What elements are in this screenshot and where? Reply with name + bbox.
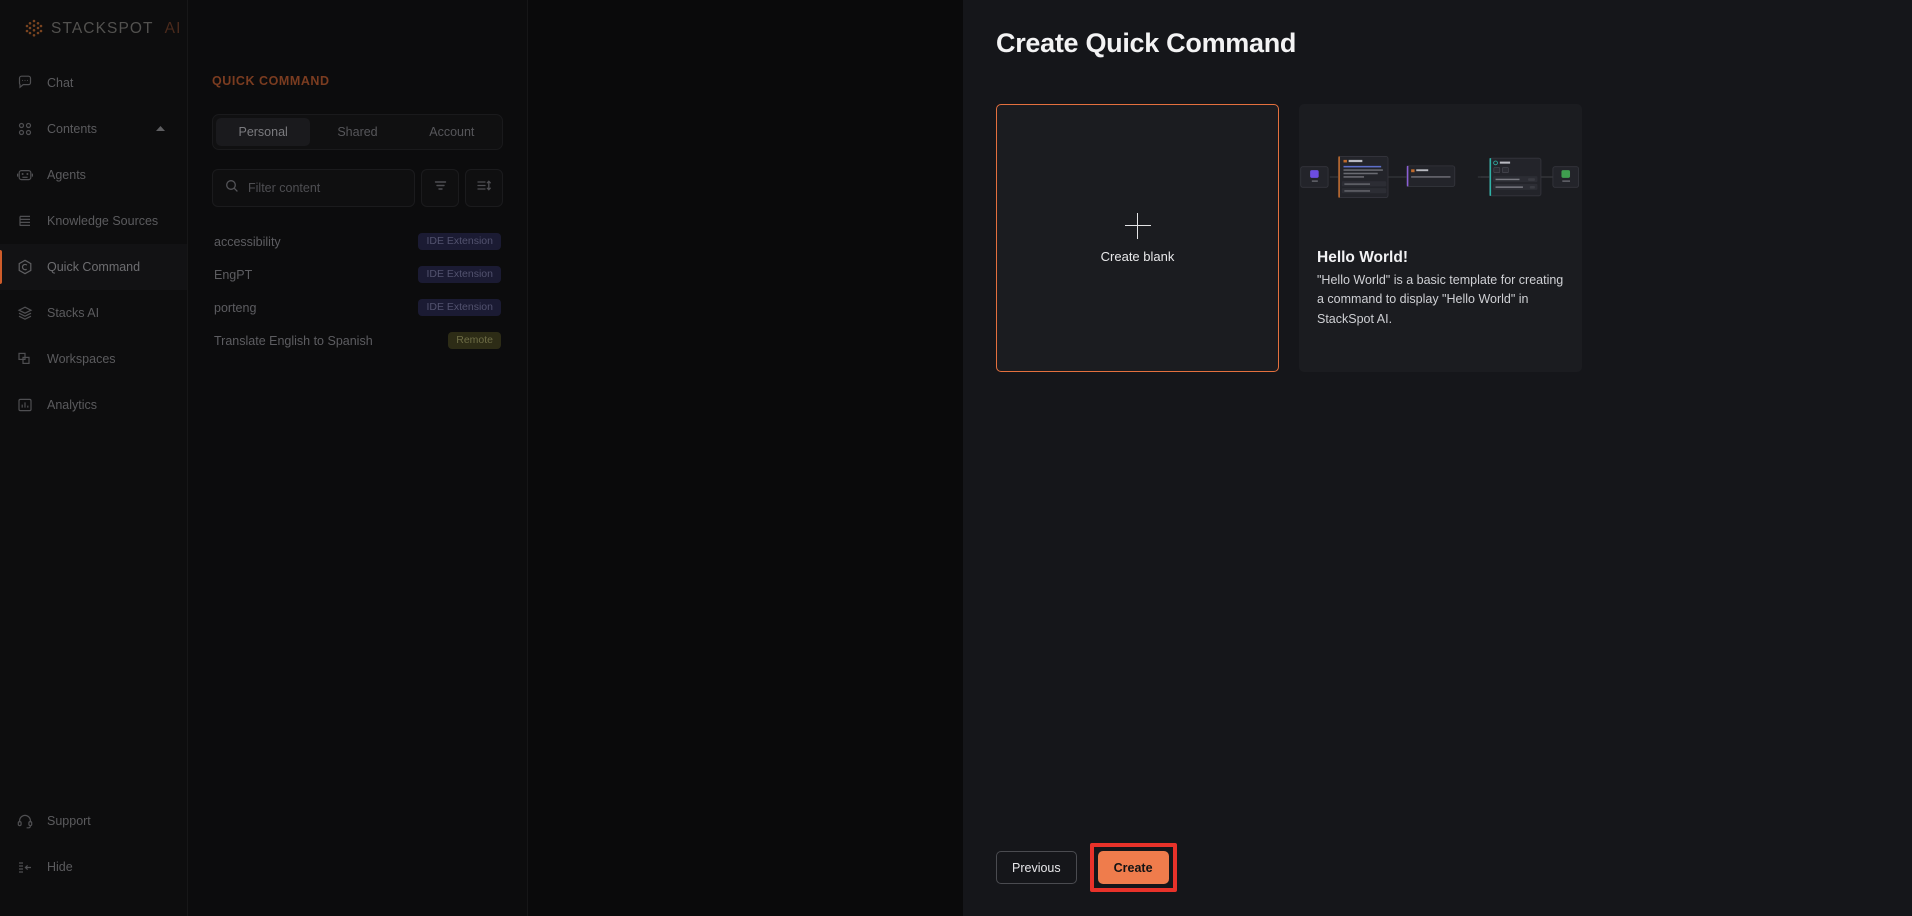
stackspot-logo-icon (24, 18, 44, 40)
chevron-up-icon[interactable] (156, 125, 165, 134)
sidebar-item-label: Analytics (47, 398, 98, 412)
list-item[interactable]: Translate English to Spanish Remote (212, 324, 503, 357)
sidebar-item-stacks-ai[interactable]: Stacks AI (0, 290, 187, 336)
list-item[interactable]: EngPT IDE Extension (212, 258, 503, 291)
page-title: QUICK COMMAND (212, 74, 330, 88)
template-title: Hello World! (1317, 249, 1408, 266)
left-sidebar: STACKSPOT AI Chat Contents Agents Knowle… (0, 0, 203, 916)
search-icon (225, 179, 239, 198)
status-badge: IDE Extension (418, 298, 501, 317)
modal-title: Create Quick Command (996, 28, 1297, 58)
command-name: EngPT (214, 267, 253, 282)
template-description: "Hello World" is a basic template for cr… (1317, 273, 1564, 326)
hello-world-template-card[interactable]: Hello World! "Hello World" is a basic te… (1299, 104, 1582, 372)
list-item[interactable]: porteng IDE Extension (212, 291, 503, 324)
sidebar-nav: Chat Contents Agents Knowledge Sources Q… (0, 60, 187, 428)
command-name: accessibility (214, 234, 281, 249)
workspaces-icon (16, 350, 34, 368)
sidebar-item-chat[interactable]: Chat (0, 60, 187, 106)
sidebar-item-label: Contents (47, 122, 98, 136)
create-button-highlight: Create (1089, 843, 1177, 892)
sidebar-item-label: Workspaces (47, 352, 116, 366)
sidebar-item-knowledge-sources[interactable]: Knowledge Sources (0, 198, 187, 244)
quick-command-list-panel: QUICK COMMAND Personal Shared Account Fi… (188, 0, 528, 916)
chart-icon (16, 396, 34, 414)
command-name: porteng (214, 300, 257, 315)
tab-shared[interactable]: Shared (310, 118, 404, 146)
sidebar-bottom-nav: Support Hide (0, 798, 187, 890)
sidebar-item-analytics[interactable]: Analytics (0, 382, 187, 428)
sort-icon (476, 178, 492, 198)
list-item[interactable]: accessibility IDE Extension (212, 225, 503, 258)
template-card-grid: Create blank Hello World! "Hello World" … (963, 59, 1912, 372)
sidebar-item-contents[interactable]: Contents (0, 106, 187, 152)
tab-bar: Personal Shared Account (212, 114, 503, 150)
robot-icon (16, 166, 34, 184)
sidebar-item-label: Hide (47, 860, 73, 874)
sidebar-item-quick-command[interactable]: Quick Command (0, 244, 187, 290)
sidebar-item-label: Support (47, 814, 91, 828)
app-root: STACKSPOT AI Chat Contents Agents Knowle… (0, 0, 1912, 916)
create-button[interactable]: Create (1097, 851, 1169, 884)
books-icon (16, 212, 34, 230)
hexagon-icon (16, 258, 34, 276)
sidebar-item-hide[interactable]: Hide (0, 844, 187, 890)
collapse-icon (16, 858, 34, 876)
flow-diagram-thumbnail (1299, 104, 1582, 249)
filter-button[interactable] (421, 169, 459, 207)
command-list: accessibility IDE Extension EngPT IDE Ex… (212, 225, 503, 357)
create-blank-label: Create blank (1100, 248, 1175, 264)
brand-logo[interactable]: STACKSPOT AI (0, 0, 203, 44)
tab-account[interactable]: Account (405, 118, 499, 146)
tab-personal[interactable]: Personal (216, 118, 311, 146)
sidebar-item-label: Agents (47, 168, 86, 182)
sidebar-item-label: Knowledge Sources (47, 214, 159, 228)
plus-icon (1124, 212, 1151, 239)
status-badge: IDE Extension (418, 232, 501, 251)
sidebar-item-support[interactable]: Support (0, 798, 187, 844)
sidebar-item-label: Stacks AI (47, 306, 100, 320)
sidebar-item-label: Chat (47, 76, 74, 90)
headset-icon (16, 812, 34, 830)
search-row (212, 169, 503, 207)
filter-icon (433, 178, 448, 198)
previous-button[interactable]: Previous (996, 851, 1077, 884)
template-card-body: Hello World! "Hello World" is a basic te… (1299, 249, 1582, 329)
sidebar-item-workspaces[interactable]: Workspaces (0, 336, 187, 382)
command-name: Translate English to Spanish (214, 333, 373, 348)
sidebar-item-label: Quick Command (47, 260, 141, 274)
search-box[interactable] (212, 169, 415, 207)
layers-icon (16, 304, 34, 322)
sidebar-item-agents[interactable]: Agents (0, 152, 187, 198)
status-badge: IDE Extension (418, 265, 501, 284)
create-blank-card[interactable]: Create blank (996, 104, 1279, 372)
grid-icon (16, 120, 34, 138)
brand-name: STACKSPOT (51, 20, 154, 37)
search-input[interactable] (248, 181, 402, 195)
status-badge: Remote (448, 331, 501, 350)
brand-suffix: AI (164, 20, 182, 37)
create-quick-command-panel: Create Quick Command Create blank Hello … (963, 0, 1912, 916)
sort-button[interactable] (465, 169, 503, 207)
modal-footer: Previous Create (996, 843, 1177, 892)
chat-icon (16, 74, 34, 92)
